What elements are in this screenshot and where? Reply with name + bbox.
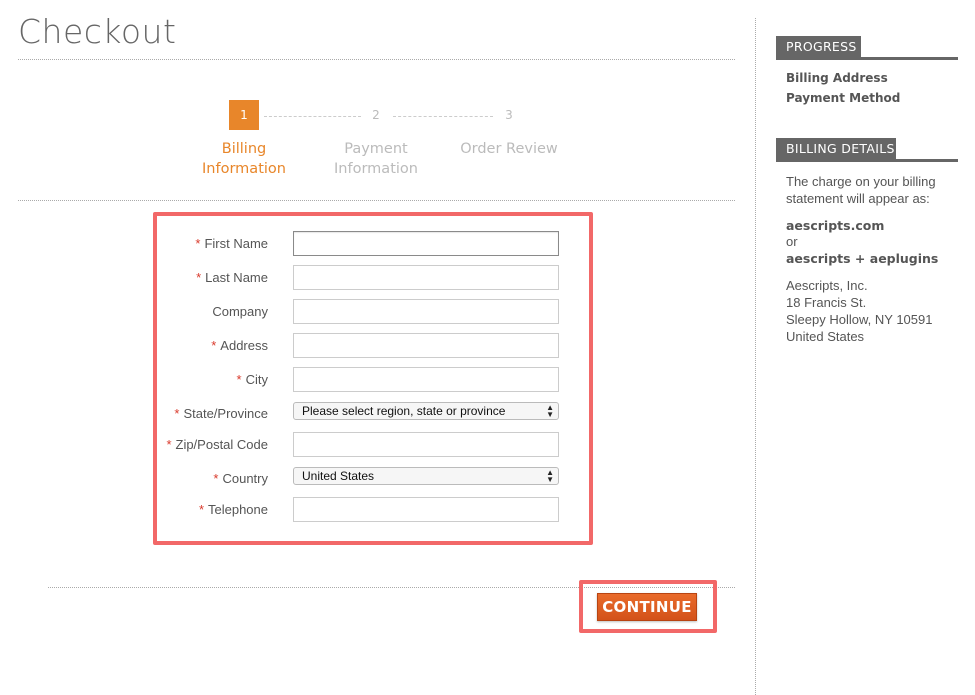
step-3-label: Order Review (439, 139, 579, 159)
step-2-number: 2 (372, 108, 380, 122)
billing-address-line: 18 Francis St. (786, 295, 867, 310)
required-marker: * (236, 372, 242, 387)
country-select[interactable]: United States ▲ ▼ (293, 467, 559, 485)
sidebar-divider (755, 18, 756, 695)
billing-name-1: aescripts.com (786, 218, 885, 233)
page-title: Checkout (18, 12, 177, 51)
step-3-label-line1: Order Review (460, 141, 558, 157)
address-input[interactable] (293, 333, 559, 358)
city-label-text: City (245, 372, 268, 387)
first-name-input[interactable] (293, 231, 559, 256)
required-marker: * (198, 502, 204, 517)
zip-input[interactable] (293, 432, 559, 457)
step-2-label: Payment Information (306, 139, 446, 179)
progress-item-payment-method[interactable]: Payment Method (786, 91, 900, 105)
state-select-value: Please select region, state or province (302, 404, 506, 418)
progress-heading-rule (776, 57, 958, 60)
country-label: * Country (118, 471, 268, 486)
required-marker: * (213, 471, 219, 486)
billing-heading-rule (776, 159, 958, 162)
step-1-number: 1 (229, 100, 259, 130)
zip-label: * Zip/Postal Code (118, 437, 268, 452)
last-name-input[interactable] (293, 265, 559, 290)
required-marker: * (196, 270, 202, 285)
required-marker: * (195, 236, 201, 251)
billing-name-2: aescripts + aeplugins (786, 251, 939, 266)
step-1-label-line2: Information (202, 161, 286, 177)
title-divider (18, 59, 735, 60)
billing-address-line: Aescripts, Inc. (786, 278, 868, 293)
required-marker: * (166, 437, 172, 452)
first-name-label-text: First Name (204, 236, 268, 251)
country-label-text: Country (222, 471, 268, 486)
address-label-text: Address (220, 338, 268, 353)
step-3-number: 3 (505, 108, 513, 122)
city-input[interactable] (293, 367, 559, 392)
country-select-value: United States (302, 469, 375, 483)
company-label-text: Company (212, 304, 268, 319)
billing-address-line: United States (786, 329, 865, 344)
telephone-label: * Telephone (118, 502, 268, 517)
company-input[interactable] (293, 299, 559, 324)
city-label: * City (118, 372, 268, 387)
billing-details-heading: BILLING DETAILS (776, 138, 896, 160)
billing-intro: The charge on your billing statement wil… (786, 174, 936, 206)
select-arrows-icon: ▲ ▼ (546, 403, 554, 419)
step-2-label-line1: Payment (344, 141, 408, 157)
required-marker: * (174, 406, 180, 421)
progress-item-billing-address[interactable]: Billing Address (786, 71, 888, 85)
state-label-text: State/Province (183, 406, 268, 421)
last-name-label-text: Last Name (205, 270, 268, 285)
state-select[interactable]: Please select region, state or province … (293, 402, 559, 420)
telephone-label-text: Telephone (208, 502, 268, 517)
step-2-label-line2: Information (334, 161, 418, 177)
address-label: * Address (118, 338, 268, 353)
last-name-label: * Last Name (118, 270, 268, 285)
progress-heading: PROGRESS (776, 36, 861, 58)
first-name-label: * First Name (118, 236, 268, 251)
step-connector (393, 116, 493, 117)
required-marker: * (211, 338, 217, 353)
steps-divider (18, 200, 735, 201)
zip-label-text: Zip/Postal Code (175, 437, 269, 452)
select-arrows-icon: ▲ ▼ (546, 468, 554, 484)
state-label: * State/Province (118, 406, 268, 421)
step-1-label: Billing Information (174, 139, 314, 179)
billing-address-line: Sleepy Hollow, NY 10591 (786, 312, 933, 327)
company-label: Company (118, 304, 268, 319)
continue-button[interactable]: CONTINUE (597, 593, 697, 621)
step-1-label-line1: Billing (221, 141, 267, 157)
telephone-input[interactable] (293, 497, 559, 522)
billing-or: or (786, 234, 798, 249)
step-connector (264, 116, 361, 117)
